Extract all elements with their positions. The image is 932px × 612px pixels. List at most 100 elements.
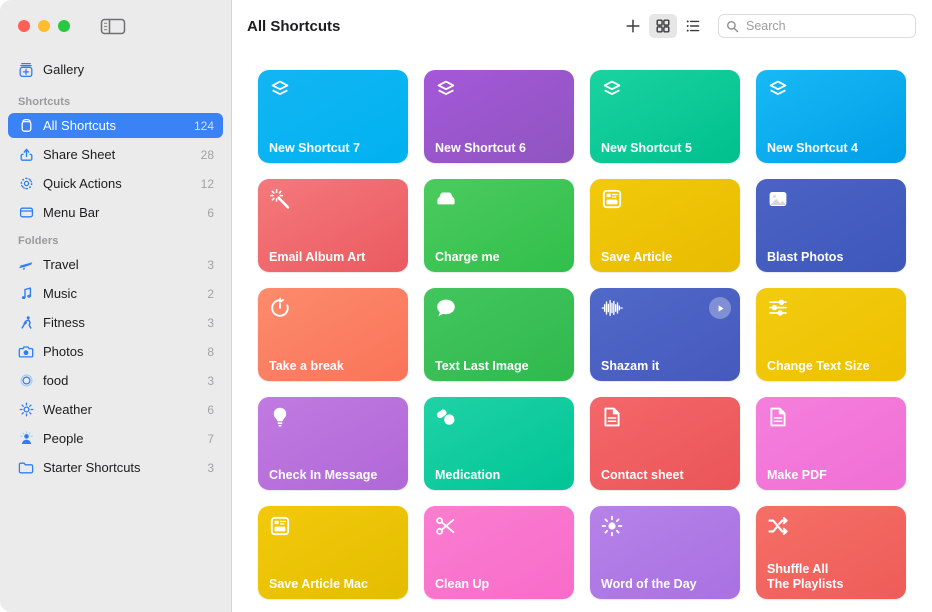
shortcut-title: Take a break — [269, 359, 400, 374]
shortcut-tile[interactable]: Shuffle All The Playlists — [756, 506, 906, 599]
sidebar-toggle-icon[interactable] — [100, 17, 126, 36]
sidebar-item-count: 3 — [201, 316, 214, 330]
lightbulb-icon — [269, 406, 291, 428]
sidebar-item-starter-shortcuts[interactable]: Starter Shortcuts 3 — [8, 455, 223, 480]
shuffle-icon — [767, 515, 789, 537]
shortcut-tile[interactable]: Save Article — [590, 179, 740, 272]
sidebar-item-count: 6 — [201, 403, 214, 417]
play-shortcut-icon[interactable] — [709, 297, 731, 319]
shortcut-title: Medication — [435, 468, 566, 483]
sidebar-item-photos[interactable]: Photos 8 — [8, 339, 223, 364]
shortcut-tile[interactable]: New Shortcut 5 — [590, 70, 740, 163]
dotted-circle-icon — [17, 372, 35, 390]
sidebar-item-label: Music — [43, 286, 201, 301]
shortcut-tile[interactable]: Word of the Day — [590, 506, 740, 599]
sidebar-item-gallery[interactable]: Gallery — [8, 57, 223, 82]
sidebar-item-travel[interactable]: Travel 3 — [8, 252, 223, 277]
shortcut-tile[interactable]: Email Album Art — [258, 179, 408, 272]
close-window-button[interactable] — [18, 20, 30, 32]
pills-icon — [435, 406, 457, 428]
sidebar-item-label: Menu Bar — [43, 205, 201, 220]
sidebar-item-menu-bar[interactable]: Menu Bar 6 — [8, 200, 223, 225]
shortcut-tile[interactable]: Change Text Size — [756, 288, 906, 381]
shortcut-title: New Shortcut 5 — [601, 141, 732, 156]
shortcut-title: Blast Photos — [767, 250, 898, 265]
search-icon — [726, 20, 739, 33]
message-plus-icon — [435, 297, 457, 319]
sliders-icon — [767, 297, 789, 319]
window-traffic-lights — [18, 20, 70, 32]
zoom-window-button[interactable] — [58, 20, 70, 32]
grid-view-button[interactable] — [649, 14, 677, 38]
shortcut-title: Shuffle All The Playlists — [767, 562, 898, 592]
sidebar-item-count: 28 — [195, 148, 214, 162]
shortcut-tile[interactable]: New Shortcut 7 — [258, 70, 408, 163]
waveform-icon — [601, 297, 623, 319]
sidebar-item-music[interactable]: Music 2 — [8, 281, 223, 306]
photo-icon — [767, 188, 789, 210]
toolbar: All Shortcuts — [233, 0, 932, 52]
sidebar-item-food[interactable]: food 3 — [8, 368, 223, 393]
shortcut-tile[interactable]: Medication — [424, 397, 574, 490]
shortcut-title: New Shortcut 7 — [269, 141, 400, 156]
airplane-icon — [17, 256, 35, 274]
sidebar-item-weather[interactable]: Weather 6 — [8, 397, 223, 422]
folder-icon — [17, 459, 35, 477]
sidebar-item-count: 6 — [201, 206, 214, 220]
sidebar-item-label: Gallery — [43, 62, 214, 77]
gallery-icon — [17, 61, 35, 79]
sidebar-item-label: People — [43, 431, 201, 446]
sidebar-item-label: All Shortcuts — [43, 118, 188, 133]
shortcut-tile[interactable]: New Shortcut 6 — [424, 70, 574, 163]
shortcuts-app-window: Gallery Shortcuts All Shortcuts 124 — [0, 0, 932, 612]
sidebar-item-label: food — [43, 373, 201, 388]
shortcut-tile[interactable]: New Shortcut 4 — [756, 70, 906, 163]
article-icon — [269, 515, 291, 537]
scissors-icon — [435, 515, 457, 537]
layers-icon — [767, 79, 789, 101]
add-shortcut-button[interactable] — [619, 14, 647, 38]
shortcut-title: Text Last Image — [435, 359, 566, 374]
shortcut-title: Save Article — [601, 250, 732, 265]
shortcut-title: Save Article Mac — [269, 577, 400, 592]
search-input[interactable] — [744, 18, 908, 34]
sidebar-item-label: Travel — [43, 257, 201, 272]
sidebar-item-count: 7 — [201, 432, 214, 446]
minimize-window-button[interactable] — [38, 20, 50, 32]
sidebar-item-people[interactable]: People 7 — [8, 426, 223, 451]
sidebar-item-quick-actions[interactable]: Quick Actions 12 — [8, 171, 223, 196]
sidebar-item-share-sheet[interactable]: Share Sheet 28 — [8, 142, 223, 167]
sidebar-item-count: 8 — [201, 345, 214, 359]
layers-icon — [435, 79, 457, 101]
sidebar-group-header-folders: Folders — [0, 233, 231, 249]
shortcut-tile[interactable]: Blast Photos — [756, 179, 906, 272]
shortcut-tile[interactable]: Save Article Mac — [258, 506, 408, 599]
shortcut-tile[interactable]: Charge me — [424, 179, 574, 272]
timer-icon — [269, 297, 291, 319]
shortcut-title: Clean Up — [435, 577, 566, 592]
shortcut-tile[interactable]: Check In Message — [258, 397, 408, 490]
shortcut-tile[interactable]: Take a break — [258, 288, 408, 381]
document-icon — [767, 406, 789, 428]
shortcut-tile[interactable]: Make PDF — [756, 397, 906, 490]
sidebar-item-count: 2 — [201, 287, 214, 301]
search-field[interactable] — [718, 14, 916, 38]
sidebar-item-label: Weather — [43, 402, 201, 417]
shortcut-tile[interactable]: Shazam it — [590, 288, 740, 381]
shortcuts-grid: New Shortcut 7 New Shortcut 6 New Shortcut… — [233, 52, 932, 612]
main-content: All Shortcuts — [233, 0, 932, 612]
sidebar-item-label: Fitness — [43, 315, 201, 330]
list-view-button[interactable] — [679, 14, 707, 38]
shortcut-tile[interactable]: Contact sheet — [590, 397, 740, 490]
shortcut-title: Change Text Size — [767, 359, 898, 374]
shortcut-tile[interactable]: Clean Up — [424, 506, 574, 599]
shortcut-title: New Shortcut 4 — [767, 141, 898, 156]
sun-icon — [17, 401, 35, 419]
sidebar-item-fitness[interactable]: Fitness 3 — [8, 310, 223, 335]
sidebar-item-count: 3 — [201, 461, 214, 475]
layers-icon — [269, 79, 291, 101]
sidebar-item-count: 124 — [188, 119, 214, 133]
shortcut-tile[interactable]: Text Last Image — [424, 288, 574, 381]
shortcut-title: Check In Message — [269, 468, 400, 483]
sidebar-item-all-shortcuts[interactable]: All Shortcuts 124 — [8, 113, 223, 138]
